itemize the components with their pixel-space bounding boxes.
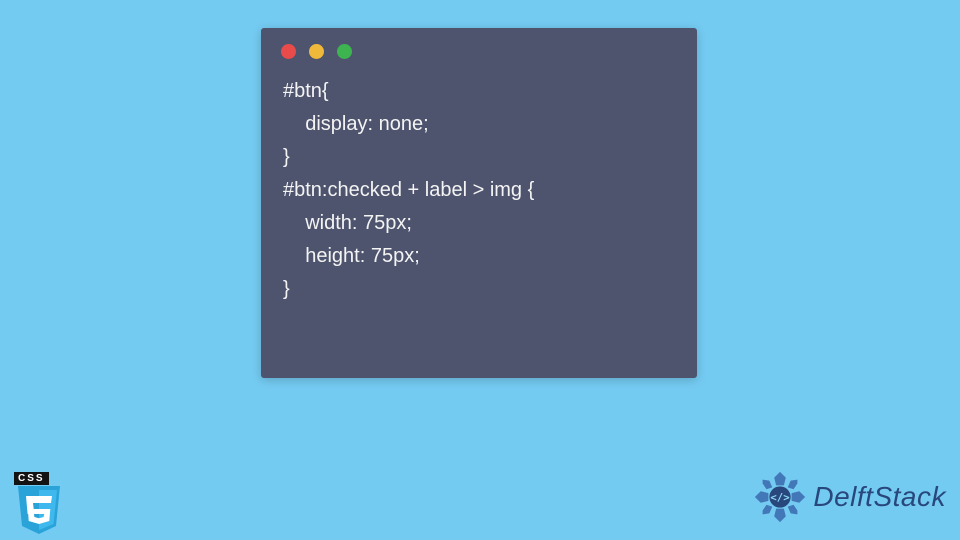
close-icon (281, 44, 296, 59)
delftstack-logo: </> DelftStack (751, 468, 946, 526)
brand-name: DelftStack (813, 481, 946, 513)
minimize-icon (309, 44, 324, 59)
window-traffic-lights (261, 28, 697, 67)
maximize-icon (337, 44, 352, 59)
code-line: #btn{ (283, 80, 329, 102)
code-window: #btn{ display: none; } #btn:checked + la… (261, 28, 697, 378)
css-badge-label: CSS (14, 472, 49, 485)
code-line: #btn:checked + label > img { (283, 179, 534, 201)
code-line: } (283, 278, 290, 300)
css3-shield-icon (14, 486, 64, 534)
code-line: } (283, 146, 290, 168)
svg-text:</>: </> (771, 491, 790, 504)
css3-badge-icon: CSS (14, 468, 64, 526)
code-line: display: none; (283, 113, 429, 135)
delftstack-emblem-icon: </> (751, 468, 809, 526)
code-line: width: 75px; (283, 212, 412, 234)
code-block: #btn{ display: none; } #btn:checked + la… (261, 67, 697, 326)
code-line: height: 75px; (283, 245, 420, 267)
